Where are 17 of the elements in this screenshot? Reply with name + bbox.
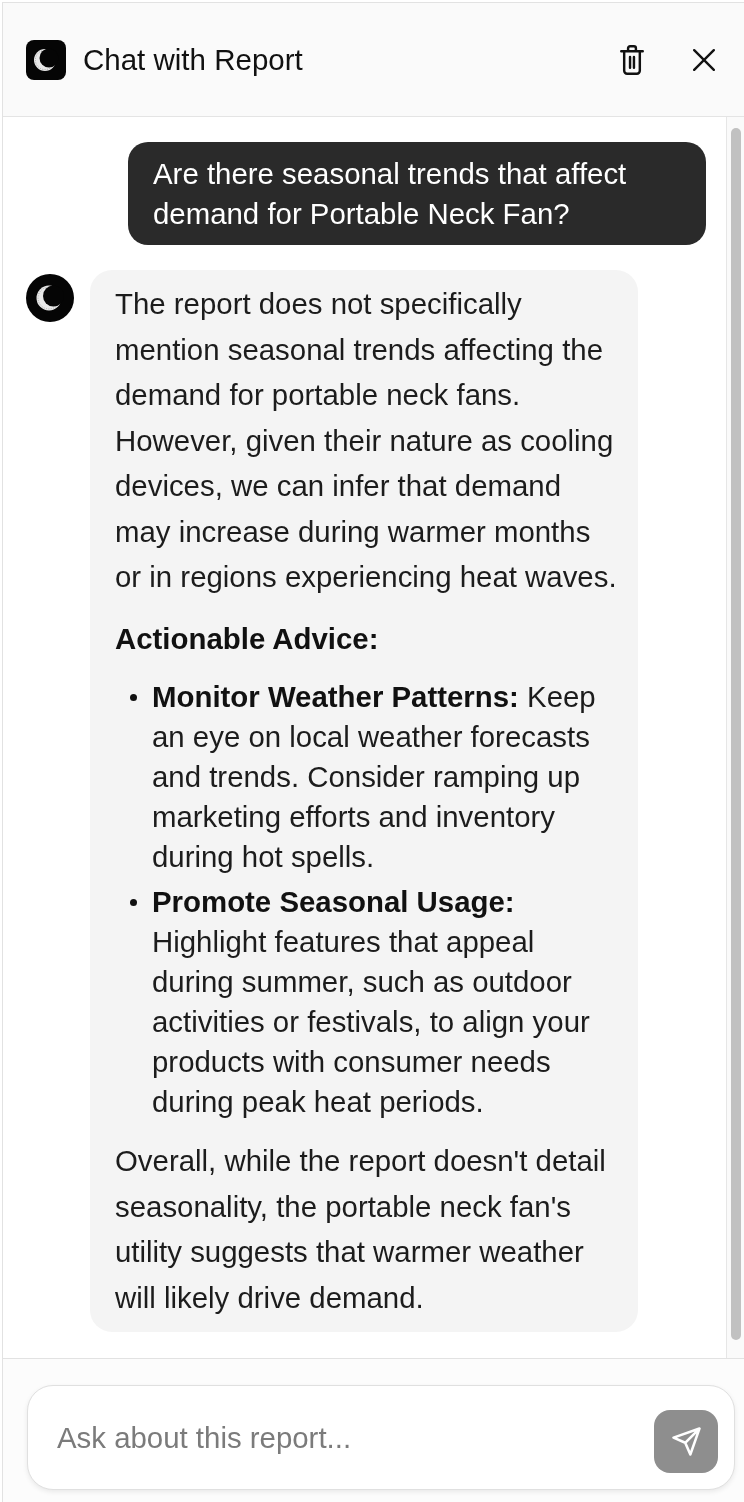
window-title: Chat with Report [83, 41, 303, 78]
bullet-icon [130, 694, 137, 701]
paper-plane-icon [671, 1427, 701, 1456]
message-paragraph: The report does not specifically mention seasonal trends affecting the demand for portable neck fans. However, given their nature as cooling devices, we can infer that demand may increase during warmer months or in regions experiencing heat waves. [115, 286, 618, 595]
message-input[interactable]: Ask about this report... [27, 1385, 735, 1490]
send-button[interactable] [654, 1410, 718, 1473]
list-item-text: Promote Seasonal Usage: Highlight features that appeal during summer, such as outdoor activities or festivals, to align your products with consumer needs during peak heat periods. [152, 884, 591, 1120]
scrollbar-thumb[interactable] [731, 128, 741, 1340]
crescent-moon-logo-icon [26, 39, 66, 80]
bullet-icon [130, 899, 137, 906]
user-message: Are there seasonal trends that affect demand for Portable Neck Fan? [128, 142, 706, 245]
crescent-moon-avatar-icon [26, 274, 74, 322]
message-paragraph: Overall, while the report doesn't detail seasonality, the portable neck fan's utility suggests that warmer weather will likely drive demand. [115, 1143, 607, 1316]
list-item-text: Monitor Weather Patterns: Keep an eye on local weather forecasts and trends. Consider ramping up marketing efforts and inventory during hot spells. [152, 679, 597, 875]
trash-icon [619, 43, 645, 76]
message-heading: Actionable Advice: [115, 620, 380, 657]
close-icon [693, 48, 715, 71]
